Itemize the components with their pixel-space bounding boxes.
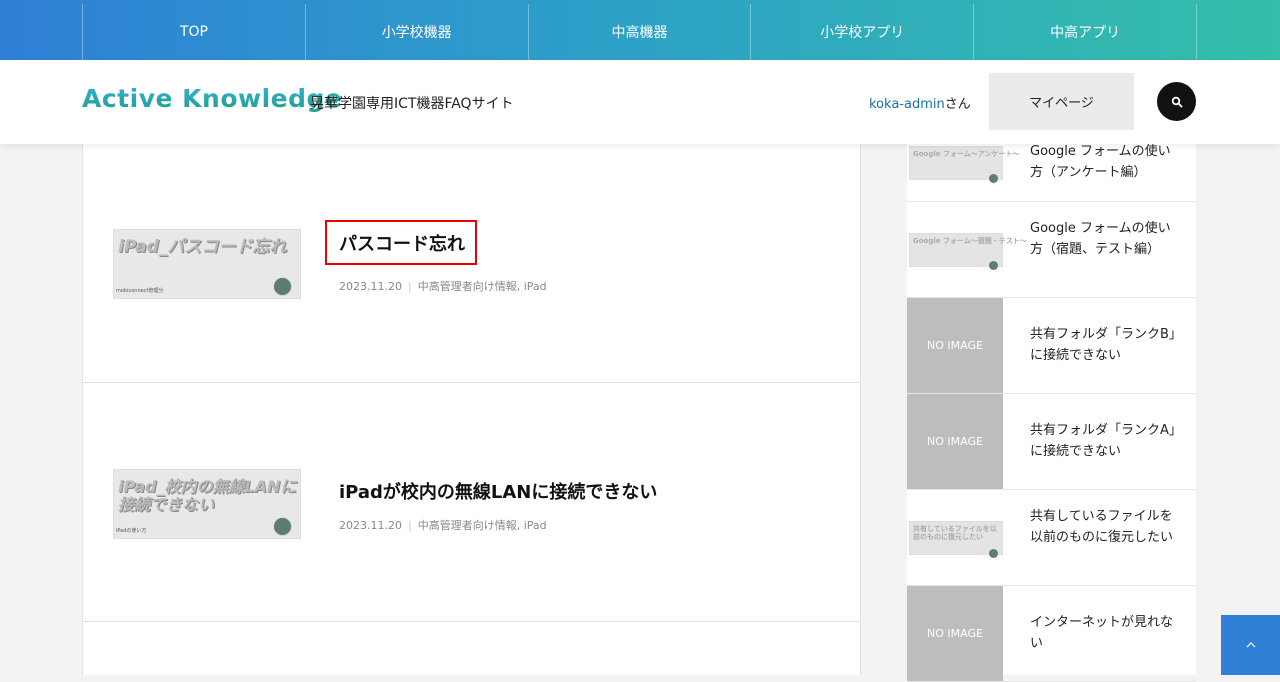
thumbnail-text: Google フォーム〜アンケート〜	[913, 150, 1020, 158]
post-item[interactable]: iPad_校内の無線LANに接続できない iPadの使い方 iPadが校内の無線…	[83, 383, 860, 622]
post-categories[interactable]: 中高管理者向け情報, iPad	[418, 280, 547, 293]
sidebar-item[interactable]: 共有しているファイルを以前のものに復元したい 共有しているファイルを以前のものに…	[907, 490, 1196, 586]
post-date: 2023.11.20	[339, 519, 402, 532]
nav-item-top[interactable]: TOP	[83, 4, 306, 60]
post-list: iPad_パスコード忘れ mobiconnect管理分 パスコード忘れ 2023…	[82, 144, 861, 675]
sidebar-item[interactable]: NO IMAGE 共有フォルダ「ランクA」に接続できない	[907, 394, 1196, 490]
no-image-placeholder[interactable]: NO IMAGE	[907, 298, 1003, 393]
site-header: Active Knowledge 晃華学園専用ICT機器FAQサイト koka-…	[0, 60, 1280, 144]
sidebar-thumbnail[interactable]: Google フォーム〜宿題・テスト〜	[907, 202, 1027, 297]
post-item[interactable]: iPad_パスコード忘れ mobiconnect管理分 パスコード忘れ 2023…	[83, 144, 860, 383]
thumbnail-image: Google フォーム〜アンケート〜	[909, 146, 1019, 183]
post-title[interactable]: パスコード忘れ	[325, 220, 477, 265]
sidebar-item-title[interactable]: 共有しているファイルを以前のものに復元したい	[1030, 506, 1180, 548]
post-title[interactable]: iPadが校内の無線LANに接続できない	[339, 478, 657, 504]
site-tagline: 晃華学園専用ICT機器FAQサイト	[310, 96, 514, 112]
site-logo[interactable]: Active Knowledge	[82, 84, 342, 113]
mypage-button[interactable]: マイページ	[989, 73, 1134, 130]
sidebar-item-title[interactable]: Google フォームの使い方（宿題、テスト編）	[1030, 218, 1180, 260]
post-categories[interactable]: 中高管理者向け情報, iPad	[418, 519, 547, 532]
top-nav: TOP 小学校機器 中高機器 小学校アプリ 中高アプリ	[0, 0, 1280, 60]
user-name-link[interactable]: koka-admin	[869, 97, 945, 112]
badge-icon	[989, 549, 998, 558]
badge-icon	[989, 261, 998, 270]
badge-icon	[273, 277, 292, 296]
thumbnail-image: 共有しているファイルを以前のものに復元したい	[909, 521, 1003, 558]
post-thumbnail[interactable]: iPad_パスコード忘れ mobiconnect管理分	[113, 229, 301, 299]
nav-item-elementary-apps[interactable]: 小学校アプリ	[751, 4, 975, 60]
thumbnail-text: Google フォーム〜宿題・テスト〜	[913, 237, 1027, 245]
badge-icon	[273, 517, 292, 536]
post-thumbnail[interactable]: iPad_校内の無線LANに接続できない iPadの使い方	[113, 469, 301, 539]
user-greeting: koka-adminさん	[869, 93, 971, 112]
nav-item-secondary-apps[interactable]: 中高アプリ	[974, 4, 1197, 60]
thumbnail-text: iPad_パスコード忘れ	[118, 237, 287, 257]
sidebar-thumbnail[interactable]: 共有しているファイルを以前のものに復元したい	[907, 490, 1003, 585]
thumbnail-caption: iPadの使い方	[116, 528, 147, 534]
nav-item-elementary-devices[interactable]: 小学校機器	[306, 4, 529, 60]
post-meta: 2023.11.20 | 中高管理者向け情報, iPad	[339, 278, 547, 294]
thumbnail-text: iPad_校内の無線LANに接続できない	[118, 477, 297, 514]
sidebar-item-title[interactable]: Google フォームの使い方（アンケート編）	[1030, 141, 1180, 183]
no-image-placeholder[interactable]: NO IMAGE	[907, 394, 1003, 489]
sidebar-item[interactable]: NO IMAGE 共有フォルダ「ランクB」に接続できない	[907, 298, 1196, 394]
sidebar-recent-posts: Google フォーム〜アンケート〜 Google フォームの使い方（アンケート…	[907, 106, 1196, 682]
post-meta: 2023.11.20 | 中高管理者向け情報, iPad	[339, 517, 547, 533]
sidebar-item-title[interactable]: 共有フォルダ「ランクB」に接続できない	[1030, 324, 1180, 366]
nav-item-secondary-devices[interactable]: 中高機器	[529, 4, 752, 60]
badge-icon	[989, 174, 998, 183]
thumbnail-image: Google フォーム〜宿題・テスト〜	[909, 233, 1027, 270]
search-icon	[1171, 96, 1182, 107]
no-image-placeholder[interactable]: NO IMAGE	[907, 586, 1003, 681]
sidebar-item[interactable]: NO IMAGE インターネットが見れない	[907, 586, 1196, 682]
thumbnail-text: 共有しているファイルを以前のものに復元したい	[913, 525, 997, 541]
thumbnail-caption: mobiconnect管理分	[116, 288, 164, 294]
user-suffix: さん	[944, 97, 971, 112]
search-button[interactable]	[1157, 82, 1196, 121]
post-date: 2023.11.20	[339, 280, 402, 293]
meta-separator: |	[407, 280, 412, 293]
sidebar-item-title[interactable]: インターネットが見れない	[1030, 612, 1180, 654]
chevron-up-icon	[1246, 642, 1255, 648]
nav-list: TOP 小学校機器 中高機器 小学校アプリ 中高アプリ	[82, 4, 1197, 60]
sidebar-item-title[interactable]: 共有フォルダ「ランクA」に接続できない	[1030, 420, 1180, 462]
back-to-top-button[interactable]	[1221, 615, 1280, 675]
sidebar-item[interactable]: Google フォーム〜宿題・テスト〜 Google フォームの使い方（宿題、テ…	[907, 202, 1196, 298]
meta-separator: |	[407, 519, 412, 532]
